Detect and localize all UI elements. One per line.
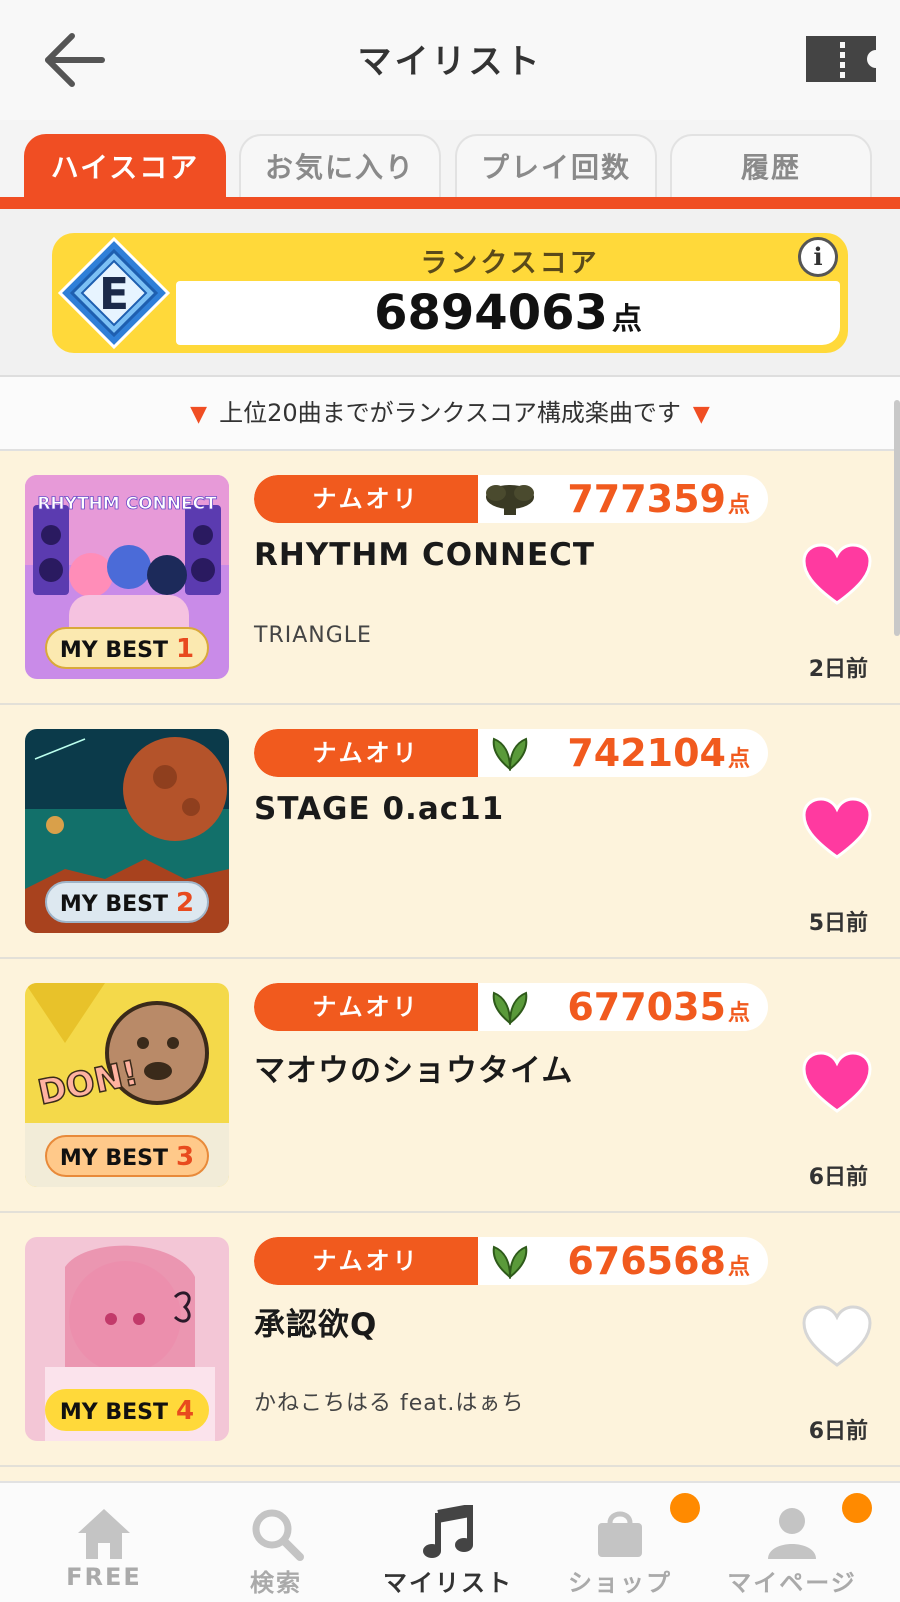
rank-notice: ▼ 上位20曲までがランクスコア構成楽曲です ▼ <box>0 377 900 451</box>
bottom-nav: FREE 検索 マイリスト ショップ マイページ <box>0 1481 900 1602</box>
music-note-icon <box>423 1505 473 1558</box>
song-jacket: MY BEST 2 <box>25 729 229 933</box>
shopping-bag-icon <box>598 1511 642 1557</box>
song-jacket: DON! MY BEST 3 <box>25 983 229 1187</box>
genre-label: ナムオリ <box>254 983 478 1031</box>
score-value: 677035点 <box>567 985 750 1029</box>
last-played: 6日前 <box>808 1165 868 1190</box>
my-best-badge: MY BEST 1 <box>45 627 209 669</box>
score-bar: ナムオリ 676568点 <box>254 1237 768 1285</box>
genre-label: ナムオリ <box>254 475 478 523</box>
song-list: RHYTHM CONNECT MY BEST 1 ナムオリ 777359点 RHY… <box>0 451 900 1481</box>
nav-label: ショップ <box>568 1569 672 1597</box>
song-title: マオウのショウタイム <box>254 1053 574 1089</box>
last-played: 2日前 <box>808 657 868 682</box>
notice-text: 上位20曲までがランクスコア構成楽曲です <box>219 399 681 427</box>
rank-score-box: 6894063 点 <box>176 281 840 345</box>
heart-outline-icon[interactable] <box>802 1305 872 1369</box>
page-title: マイリスト <box>357 42 543 82</box>
song-title: 承認欲Q <box>254 1307 378 1343</box>
rank-grade: E <box>99 269 129 320</box>
nav-mylist[interactable]: マイリスト <box>358 1483 538 1602</box>
rank-score-card: E ランクスコア i 6894063 点 <box>52 233 848 353</box>
nav-label: マイページ <box>727 1569 857 1597</box>
ticket-button[interactable] <box>804 34 878 84</box>
song-row[interactable]: DON! MY BEST 3 ナムオリ 677035点 マオウのショウタイム 6日… <box>0 959 900 1213</box>
rank-score-unit: 点 <box>611 302 642 337</box>
user-icon <box>768 1508 816 1559</box>
nav-free[interactable]: FREE <box>14 1483 194 1602</box>
triangle-down-icon: ▼ <box>692 402 710 427</box>
song-row[interactable]: MY BEST 2 ナムオリ 742104点 STAGE 0.ac11 5日前 <box>0 705 900 959</box>
ticket-icon <box>806 36 876 82</box>
scrollbar[interactable] <box>894 400 900 636</box>
green-leaf-icon <box>492 991 528 1025</box>
app-header: マイリスト <box>0 0 900 120</box>
score-value: 777359点 <box>567 477 750 521</box>
jacket-title: RHYTHM CONNECT <box>37 494 217 514</box>
song-title: RHYTHM CONNECT <box>254 537 596 573</box>
last-played: 6日前 <box>808 1419 868 1444</box>
my-best-badge: MY BEST 2 <box>45 881 209 923</box>
tab-high-score[interactable]: ハイスコア <box>24 134 226 200</box>
song-artist: TRIANGLE <box>254 623 372 648</box>
song-row[interactable]: RHYTHM CONNECT MY BEST 1 ナムオリ 777359点 RHY… <box>0 451 900 705</box>
score-bar: ナムオリ 742104点 <box>254 729 768 777</box>
tab-favorites[interactable]: お気に入り <box>239 134 441 200</box>
genre-label: ナムオリ <box>254 1237 478 1285</box>
heart-filled-icon[interactable] <box>802 797 872 861</box>
rank-score-label: ランクスコア <box>420 248 600 279</box>
info-button[interactable]: i <box>798 237 838 277</box>
search-icon <box>252 1509 304 1561</box>
score-bar: ナムオリ 777359点 <box>254 475 768 523</box>
tab-history[interactable]: 履歴 <box>670 134 872 200</box>
last-played: 5日前 <box>808 911 868 936</box>
tab-bar: ハイスコア お気に入り プレイ回数 履歴 <box>0 120 900 200</box>
score-value: 742104点 <box>567 731 750 775</box>
song-jacket: RHYTHM CONNECT MY BEST 1 <box>25 475 229 679</box>
rank-emblem-icon: E <box>57 236 171 350</box>
song-row[interactable]: MY BEST 4 ナムオリ 676568点 承認欲Q かねこちはる feat.は… <box>0 1213 900 1467</box>
notification-badge <box>670 1493 700 1523</box>
song-jacket: MY BEST 4 <box>25 1237 229 1441</box>
nav-shop[interactable]: ショップ <box>530 1483 710 1602</box>
my-best-badge: MY BEST 3 <box>45 1135 209 1177</box>
green-leaf-icon <box>492 737 528 771</box>
nav-mypage[interactable]: マイページ <box>702 1483 882 1602</box>
song-artist: かねこちはる feat.はぁち <box>254 1391 525 1416</box>
genre-label: ナムオリ <box>254 729 478 777</box>
nav-label: マイリスト <box>383 1569 513 1597</box>
dark-crown-icon <box>486 485 534 515</box>
heart-filled-icon[interactable] <box>802 1051 872 1115</box>
notification-badge <box>842 1493 872 1523</box>
tab-play-count[interactable]: プレイ回数 <box>455 134 657 200</box>
triangle-down-icon: ▼ <box>190 402 208 427</box>
green-leaf-icon <box>492 1245 528 1279</box>
home-icon <box>78 1509 130 1559</box>
song-title: STAGE 0.ac11 <box>254 791 505 827</box>
rank-score-value: 6894063 <box>374 285 608 341</box>
rank-score-section: E ランクスコア i 6894063 点 <box>0 209 900 377</box>
nav-label: 検索 <box>250 1569 302 1597</box>
score-bar: ナムオリ 677035点 <box>254 983 768 1031</box>
tab-underline <box>0 197 900 209</box>
score-value: 676568点 <box>567 1239 750 1283</box>
my-best-badge: MY BEST 4 <box>45 1389 209 1431</box>
heart-filled-icon[interactable] <box>802 543 872 607</box>
nav-label: FREE <box>66 1563 142 1591</box>
nav-search[interactable]: 検索 <box>186 1483 366 1602</box>
